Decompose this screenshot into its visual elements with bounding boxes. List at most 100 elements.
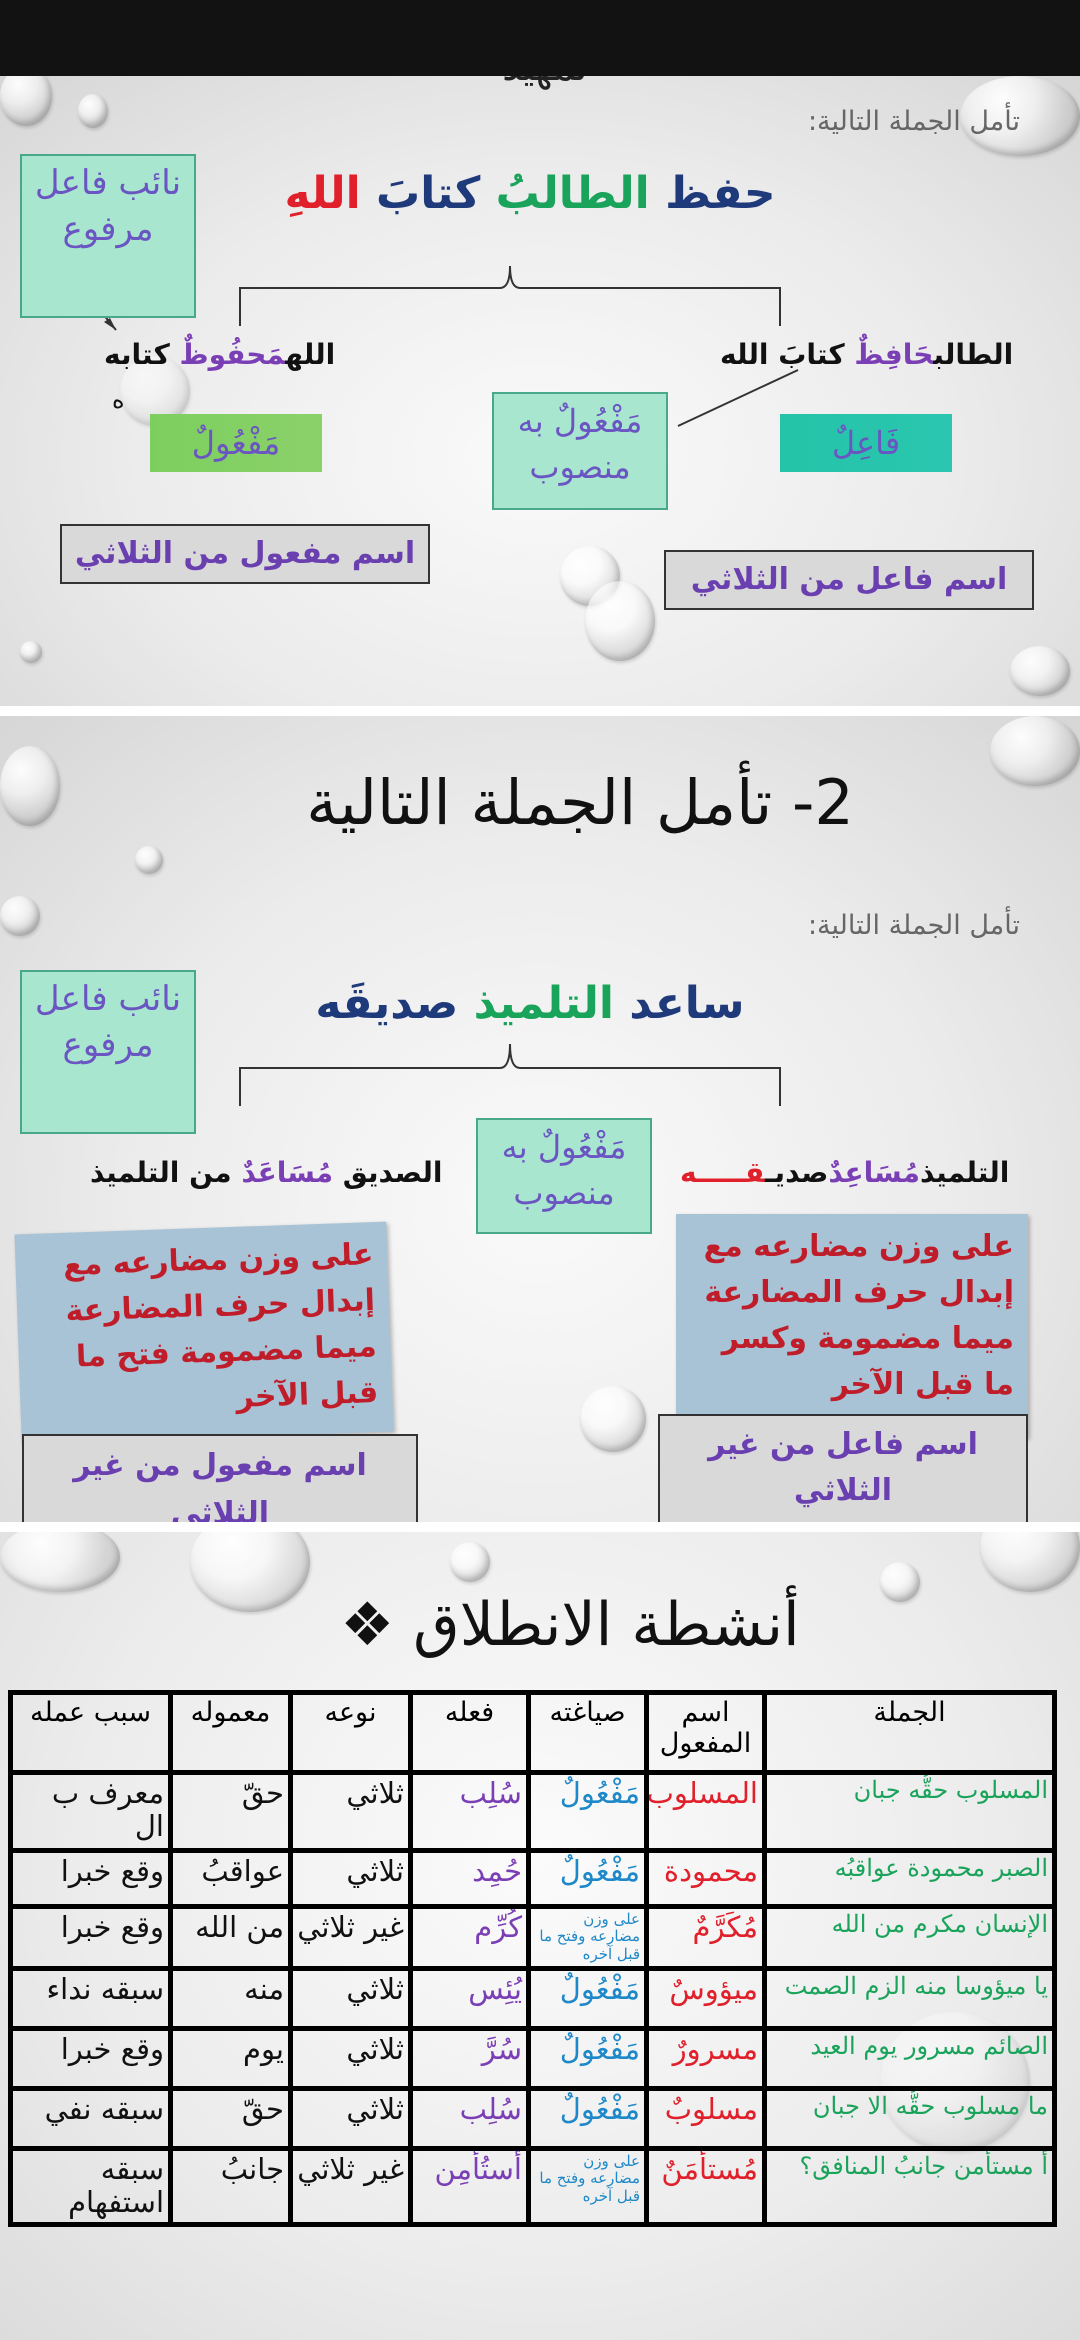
table-cell-name: المسلوب — [644, 1770, 767, 1853]
table-cell-type: غير ثلاثي — [288, 1904, 413, 1971]
table-cell-verb: سُرَّ — [408, 2026, 531, 2091]
header-reason: سبب عمله — [8, 1690, 173, 1775]
table-cell-form: على وزن مضارعه وفتح ما قبل آخره — [526, 1904, 649, 1971]
table-cell-verb: كُرِّم — [408, 1904, 531, 1971]
table-cell-name: مُكَرَّمٌ — [644, 1904, 767, 1971]
rule-note-left: على وزن مضارعه مع إبدال حرف المضارعة ميم… — [14, 1221, 394, 1445]
left-derived-line: الصديق مُسَاعَدٌ من التلميذ — [90, 1156, 442, 1189]
water-drop — [450, 1542, 490, 1582]
table-cell-verb: يُئِس — [408, 1966, 531, 2031]
table-cell-form: مَفْعُولٌ — [526, 2026, 649, 2091]
table-cell-form: على وزن مضارعه وفتح ما قبل آخره — [526, 2146, 649, 2227]
header-form: صياغته — [526, 1690, 649, 1775]
table-cell-type: ثلاثي — [288, 1966, 413, 2031]
derived-participle: حَافِظٌ — [854, 338, 934, 371]
table-cell-name: مُستأمَنٌ — [644, 2146, 767, 2227]
header-maf3ool-name: اسم المفعول — [644, 1690, 767, 1775]
derived-object: صديـ — [764, 1156, 829, 1189]
table-cell-sentence: الإنسان مكرم من الله — [762, 1904, 1057, 1971]
derived-participle: مَحفُوظٌ — [179, 338, 286, 371]
header-ma3mool: معموله — [168, 1690, 293, 1775]
derived-word: التلميذ — [919, 1156, 1010, 1189]
table-cell-sentence: أ مستأمن جانبُ المنافق؟ — [762, 2146, 1057, 2227]
derived-word: الصديق — [342, 1156, 443, 1189]
water-drop — [880, 1562, 920, 1602]
table-row: ما مسلوب حقُّه الا جبان مسلوبٌ مَفْعُولٌ سُ… — [8, 2086, 1057, 2151]
derived-object: كتابه — [104, 338, 170, 371]
table-cell-reason: سبقه نفي — [8, 2086, 173, 2151]
gray-label-left: اسم مفعول من الثلاثي — [60, 524, 430, 584]
naib-fa3il-box: نائب فاعل مرفوع — [20, 154, 196, 318]
derived-participle: مُسَاعَدٌ — [241, 1156, 334, 1189]
water-drop — [980, 1532, 1080, 1592]
table-cell-reason: سبقه استفهام — [8, 2146, 173, 2227]
gray-label-right: اسم فاعل من الثلاثي — [664, 550, 1034, 610]
table-cell-form: مَفْعُولٌ — [526, 2086, 649, 2151]
derived-word: الطالب — [933, 338, 1014, 371]
table-cell-verb: حُمِد — [408, 1848, 531, 1909]
derived-word: الله — [285, 338, 336, 371]
derived-object: من التلميذ — [90, 1156, 232, 1189]
table-row: الإنسان مكرم من الله مُكَرَّمٌ على وزن مضا… — [8, 1904, 1057, 1971]
table-row: الصبر محمودة عواقبُه محمودة مَفْعُولٌ حُمِد… — [8, 1848, 1057, 1909]
table-cell-reason: معرف ب ال — [8, 1770, 173, 1853]
table-cell-ma3mool: منه — [168, 1966, 293, 2031]
maf3ool-box: مَفْعُولٌ — [150, 414, 322, 472]
derived-participle: مُسَاعِدٌ — [828, 1156, 920, 1189]
table-cell-sentence: يا ميؤوسا منه الزم الصمت — [762, 1966, 1057, 2031]
header-verb: فعله — [408, 1690, 531, 1775]
table-header-row: الجملة اسم المفعول صياغته فعله نوعه معمو… — [8, 1690, 1057, 1775]
maf3ool-bih-box: مَفْعُولٌ به منصوب — [492, 392, 668, 510]
table-cell-ma3mool: حقّ — [168, 1770, 293, 1853]
activities-table: الجملة اسم المفعول صياغته فعله نوعه معمو… — [8, 1690, 1057, 2227]
gray-label-right: اسم فاعل من غير الثلاثي — [658, 1414, 1028, 1522]
table-cell-ma3mool: جانبُ — [168, 2146, 293, 2227]
derived-object: كتابَ الله — [720, 338, 845, 371]
derived-suffix: قـــــه — [680, 1156, 765, 1189]
right-derived-line: الطالبحَافِظٌ كتابَ الله — [720, 338, 1013, 371]
table-cell-ma3mool: حقّ — [168, 2086, 293, 2151]
table-cell-sentence: ما مسلوب حقُّه الا جبان — [762, 2086, 1057, 2151]
table-cell-verb: سُلِب — [408, 2086, 531, 2151]
table-cell-name: محمودة — [644, 1848, 767, 1909]
table-cell-verb: أُستُأمِن — [408, 2146, 531, 2227]
table-cell-type: ثلاثي — [288, 1770, 413, 1853]
table-cell-verb: سُلِب — [408, 1770, 531, 1853]
naib-fa3il-box: نائب فاعل مرفوع — [20, 970, 196, 1134]
table-cell-sentence: الصائم مسرور يوم العيد — [762, 2026, 1057, 2091]
table-cell-type: ثلاثي — [288, 1848, 413, 1909]
table-row: الصائم مسرور يوم العيد مسرورٌ مَفْعُولٌ سُر… — [8, 2026, 1057, 2091]
fa3il-box: فَاعِلٌ — [780, 414, 952, 472]
header-type: نوعه — [288, 1690, 413, 1775]
table-cell-ma3mool: من الله — [168, 1904, 293, 1971]
rule-note-right: على وزن مضارعه مع إبدال حرف المضارعة ميم… — [676, 1214, 1028, 1438]
table-cell-sentence: الصبر محمودة عواقبُه — [762, 1848, 1057, 1909]
table-cell-form: مَفْعُولٌ — [526, 1770, 649, 1853]
maf3ool-bih-box: مَفْعُولٌ به منصوب — [476, 1118, 652, 1234]
stray-letter: ه — [112, 386, 125, 414]
table-cell-sentence: المسلوب حقُّه جبان — [762, 1770, 1057, 1853]
water-drop — [190, 1532, 310, 1612]
table-row: يا ميؤوسا منه الزم الصمت ميؤوسٌ مَفْعُولٌ ي… — [8, 1966, 1057, 2031]
table-cell-name: مسلوبٌ — [644, 2086, 767, 2151]
table-cell-reason: وقع خبرا — [8, 1848, 173, 1909]
slide-title: أنشطة الانطلاق ❖ — [340, 1590, 800, 1660]
table-cell-name: ميؤوسٌ — [644, 1966, 767, 2031]
water-drop — [0, 1532, 120, 1592]
table-cell-type: غير ثلاثي — [288, 2146, 413, 2227]
left-derived-line: اللهمَحفُوظٌ كتابه — [104, 338, 335, 371]
table-cell-ma3mool: يوم — [168, 2026, 293, 2091]
table-row: أ مستأمن جانبُ المنافق؟ مُستأمَنٌ على وزن … — [8, 2146, 1057, 2227]
table-cell-reason: وقع خبرا — [8, 2026, 173, 2091]
top-status-bar — [0, 0, 1080, 76]
table-cell-type: ثلاثي — [288, 2026, 413, 2091]
slide-2: 2- تأمل الجملة التالية تأمل الجملة التال… — [0, 716, 1080, 1522]
table-cell-form: مَفْعُولٌ — [526, 1848, 649, 1909]
table-cell-type: ثلاثي — [288, 2086, 413, 2151]
table-cell-name: مسرورٌ — [644, 2026, 767, 2091]
table-cell-ma3mool: عواقبُ — [168, 1848, 293, 1909]
table-cell-reason: سبقه نداء — [8, 1966, 173, 2031]
table-cell-form: مَفْعُولٌ — [526, 1966, 649, 2031]
header-sentence: الجملة — [762, 1690, 1057, 1775]
gray-label-left: اسم مفعول من غير الثلاثي — [22, 1434, 418, 1522]
